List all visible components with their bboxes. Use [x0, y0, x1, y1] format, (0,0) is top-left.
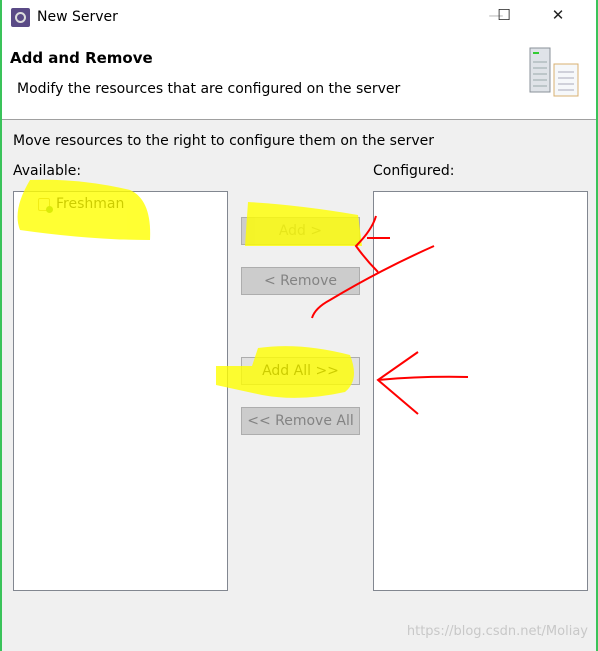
- title-bar: New Server — ☐ ✕: [2, 0, 596, 36]
- window-title: New Server: [37, 9, 118, 25]
- add-button[interactable]: Add >: [241, 217, 360, 245]
- remove-all-button[interactable]: << Remove All: [241, 407, 360, 435]
- instructions: Move resources to the right to configure…: [13, 133, 434, 149]
- app-icon: [11, 8, 30, 27]
- close-button[interactable]: ✕: [540, 6, 576, 30]
- list-item[interactable]: Freshman: [38, 196, 125, 213]
- configured-list[interactable]: [373, 191, 588, 591]
- server-icon: [529, 47, 579, 97]
- page-description: Modify the resources that are configured…: [17, 81, 401, 97]
- remove-button[interactable]: < Remove: [241, 267, 360, 295]
- add-all-button[interactable]: Add All >>: [241, 357, 360, 385]
- project-icon: [38, 197, 53, 213]
- item-label: Freshman: [56, 196, 125, 212]
- maximize-button[interactable]: ☐: [486, 6, 522, 30]
- page-title: Add and Remove: [10, 49, 153, 67]
- wizard-header: Add and Remove Modify the resources that…: [2, 36, 596, 120]
- available-list[interactable]: Freshman: [13, 191, 228, 591]
- configured-label: Configured:: [373, 163, 455, 179]
- watermark: https://blog.csdn.net/Moliay: [406, 624, 588, 639]
- available-label: Available:: [13, 163, 82, 179]
- new-server-dialog: New Server — ☐ ✕ Add and Remove Modify t…: [0, 0, 598, 651]
